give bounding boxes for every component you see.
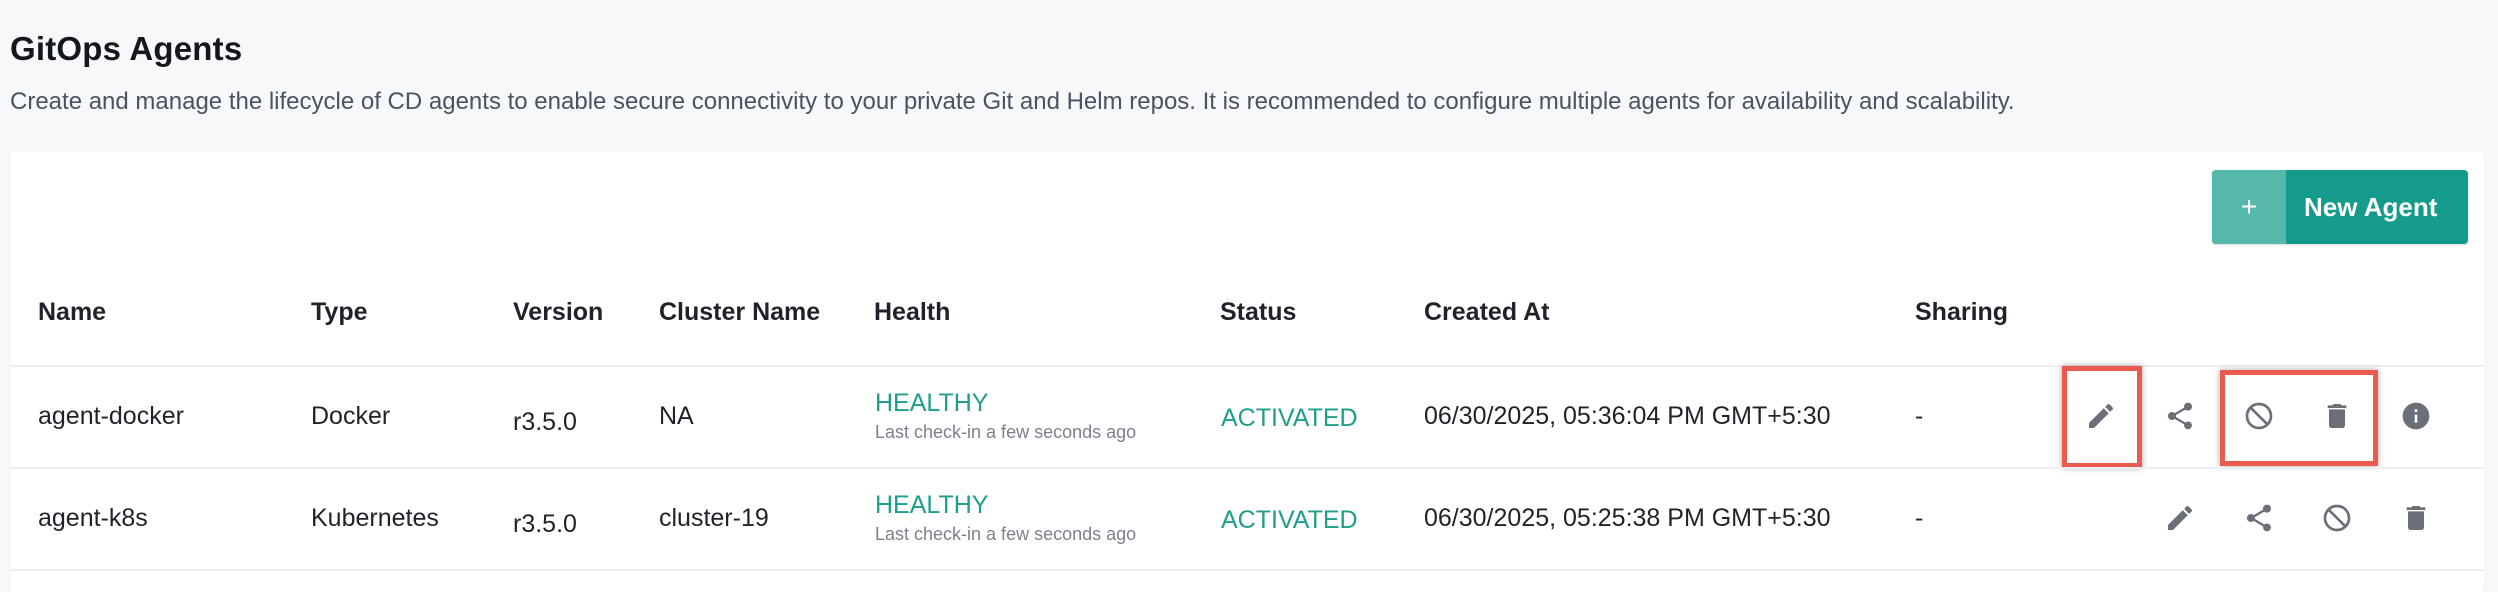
share-icon[interactable] (2242, 501, 2276, 535)
column-header-name: Name (38, 298, 107, 326)
row-2-status: ACTIVATED (1221, 506, 1358, 534)
column-header-type: Type (311, 298, 368, 326)
column-header-health: Health (874, 298, 951, 326)
row-1-status: ACTIVATED (1221, 404, 1358, 432)
new-agent-button[interactable]: + New Agent (2212, 170, 2468, 244)
new-agent-label: New Agent (2304, 191, 2438, 222)
column-header-sharing: Sharing (1915, 298, 2009, 326)
header-divider (10, 365, 2484, 367)
edit-icon[interactable] (2084, 399, 2118, 433)
row-divider (10, 569, 2484, 571)
row-1-health: HEALTHY Last check-in a few seconds ago (875, 389, 1136, 443)
row-2-created-at: 06/30/2025, 05:25:38 PM GMT+5:30 (1424, 504, 1831, 532)
delete-icon[interactable] (2399, 501, 2433, 535)
row-1-created-at: 06/30/2025, 05:36:04 PM GMT+5:30 (1424, 402, 1831, 430)
health-last-check-in: Last check-in a few seconds ago (875, 524, 1137, 544)
health-status: HEALTHY (875, 491, 989, 519)
row-2-sharing: - (1915, 504, 1924, 532)
row-1-cluster: NA (659, 402, 694, 430)
row-1-sharing: - (1915, 402, 1924, 430)
disable-icon[interactable] (2242, 399, 2276, 433)
row-1-name[interactable]: agent-docker (38, 402, 184, 431)
disable-icon[interactable] (2320, 501, 2354, 535)
row-divider (10, 467, 2484, 469)
row-2-version: r3.5.0 (513, 510, 577, 538)
row-2-name[interactable]: agent-k8s (38, 504, 148, 533)
row-2-health: HEALTHY Last check-in a few seconds ago (875, 491, 1136, 545)
plus-icon: + (2212, 170, 2286, 244)
column-header-cluster-name: Cluster Name (659, 298, 821, 326)
page-title: GitOps Agents (10, 30, 243, 67)
column-header-created-at: Created At (1424, 298, 1550, 326)
edit-icon[interactable] (2163, 501, 2197, 535)
share-icon[interactable] (2163, 399, 2197, 433)
health-last-check-in: Last check-in a few seconds ago (875, 422, 1137, 442)
info-icon[interactable] (2399, 399, 2433, 433)
page-subtitle: Create and manage the lifecycle of CD ag… (10, 88, 2015, 115)
health-status: HEALTHY (875, 389, 989, 417)
row-1-type: Docker (311, 402, 391, 430)
column-header-version: Version (513, 298, 604, 326)
delete-icon[interactable] (2320, 399, 2354, 433)
row-2-type: Kubernetes (311, 504, 439, 532)
row-2-cluster: cluster-19 (659, 504, 769, 532)
row-1-version: r3.5.0 (513, 408, 577, 436)
column-header-status: Status (1220, 298, 1297, 326)
